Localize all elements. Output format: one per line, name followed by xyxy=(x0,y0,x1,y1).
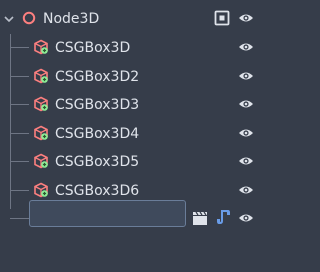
csgbox3d-icon xyxy=(34,182,48,198)
visibility-eye-icon[interactable] xyxy=(238,41,254,53)
clapperboard-icon[interactable] xyxy=(192,210,208,226)
tree-row-child[interactable]: CSGBox3D xyxy=(0,33,265,61)
node-label: CSGBox3D3 xyxy=(55,97,140,113)
csgbox3d-icon xyxy=(34,125,48,141)
csgbox3d-icon xyxy=(34,68,48,84)
scene-tree: Node3D CSGBox3D CSGBox3D2 CSGBox3D3 CSGBox3… xyxy=(0,0,265,272)
tree-row-child[interactable]: CSGBox3D5 xyxy=(0,147,265,175)
selection-highlight xyxy=(29,200,186,227)
tree-row-child[interactable]: CSGBox3D4 xyxy=(0,119,265,147)
tree-row-child[interactable]: CSGBox3D3 xyxy=(0,90,265,118)
visibility-eye-icon[interactable] xyxy=(238,98,254,110)
visibility-eye-icon[interactable] xyxy=(238,184,254,196)
node-label: CSGBox3D4 xyxy=(55,126,140,142)
csgbox3d-icon xyxy=(34,153,48,169)
visibility-eye-icon[interactable] xyxy=(238,127,254,139)
node3d-icon xyxy=(22,11,36,25)
script-icon[interactable] xyxy=(216,209,232,225)
csgbox3d-icon xyxy=(34,39,48,55)
visibility-eye-icon[interactable] xyxy=(238,70,254,82)
visibility-eye-icon[interactable] xyxy=(238,212,254,224)
tree-row-child[interactable]: CSGBox3D2 xyxy=(0,62,265,90)
visibility-eye-icon[interactable] xyxy=(238,155,254,167)
group-selectable-icon[interactable] xyxy=(214,10,230,26)
node-label: CSGBox3D2 xyxy=(55,69,140,85)
node-label: CSGBox3D6 xyxy=(55,183,140,199)
node-label: Node3D xyxy=(43,11,100,27)
csgbox3d-icon xyxy=(34,96,48,112)
visibility-eye-icon[interactable] xyxy=(238,12,254,24)
node-label: CSGBox3D xyxy=(55,40,131,56)
node-label: CSGBox3D5 xyxy=(55,154,140,170)
collapse-arrow-icon[interactable] xyxy=(4,15,14,23)
tree-row-root[interactable]: Node3D xyxy=(0,4,265,32)
